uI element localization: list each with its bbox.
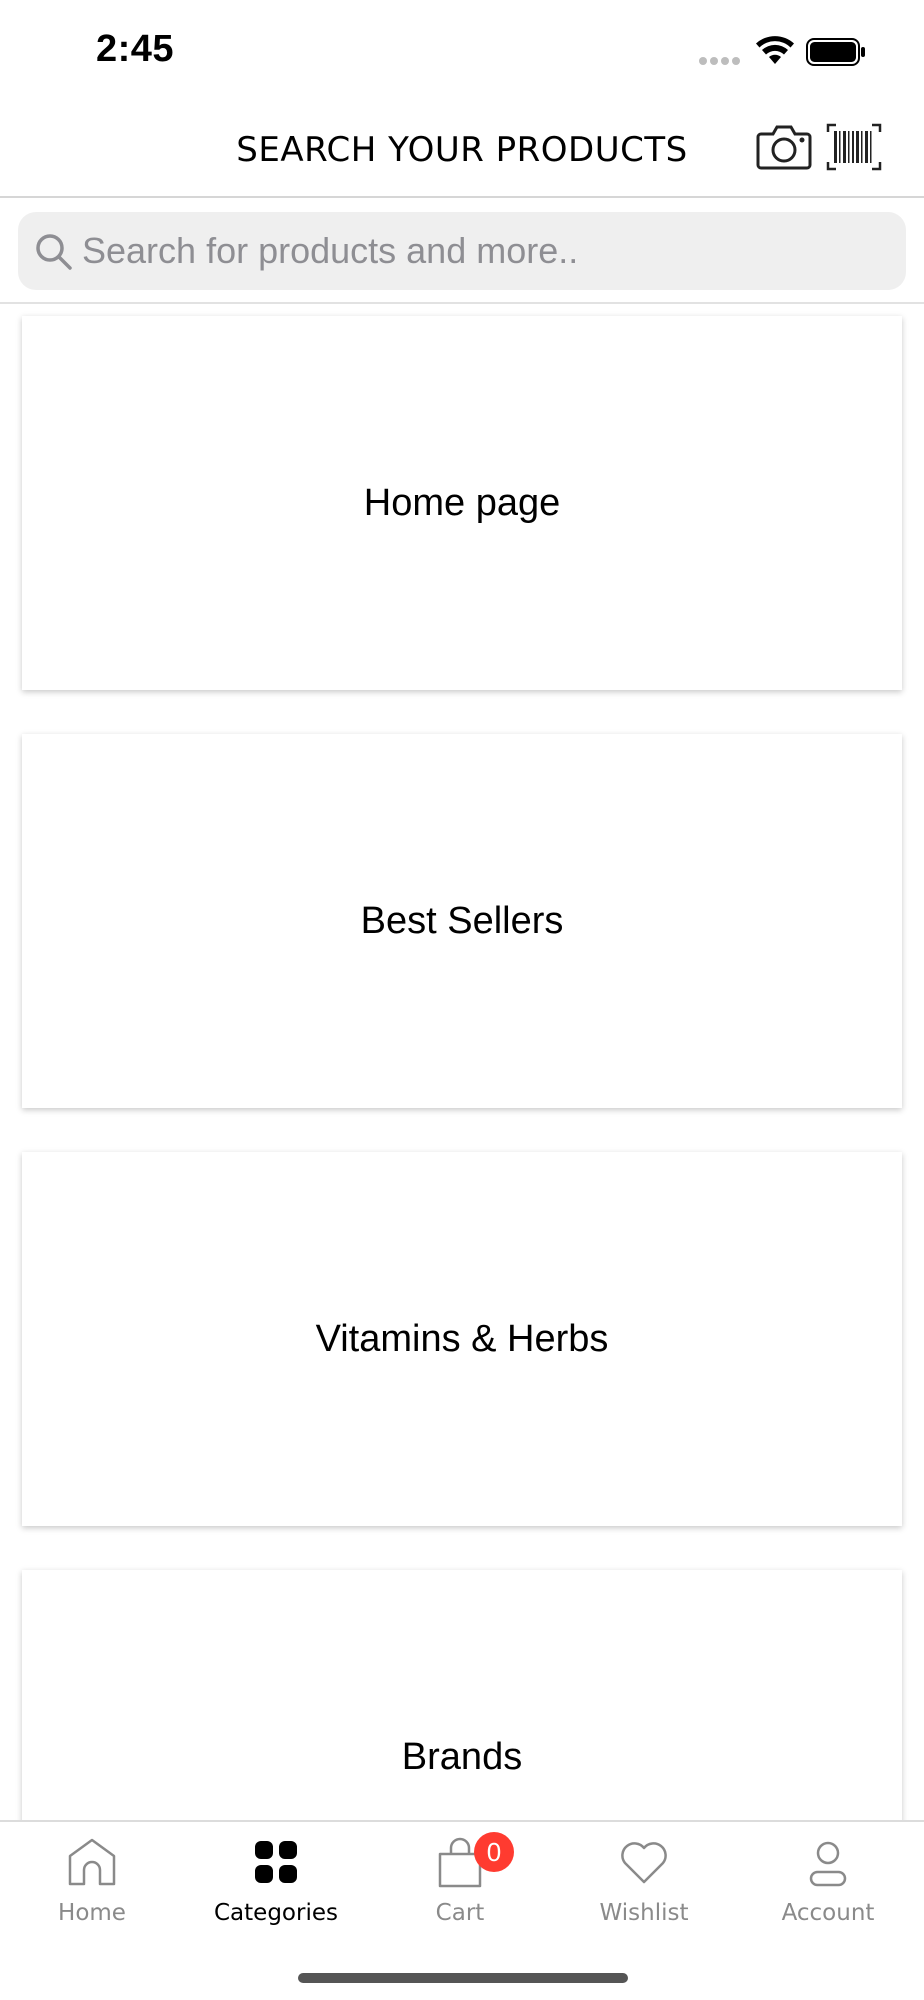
category-card-home-page[interactable]: Home page — [22, 316, 902, 690]
category-card-vitamins-herbs[interactable]: Vitamins & Herbs — [22, 1152, 902, 1526]
tab-home[interactable]: Home — [0, 1822, 184, 1942]
category-label: Vitamins & Herbs — [315, 1317, 609, 1360]
barcode-scan-button[interactable] — [826, 122, 882, 172]
user-icon — [809, 1841, 847, 1887]
tab-label: Cart — [435, 1900, 485, 1926]
home-icon — [68, 1838, 116, 1886]
tab-account[interactable]: Account — [736, 1822, 920, 1942]
status-time: 2:45 — [96, 28, 175, 70]
grid-icon — [255, 1841, 297, 1883]
cellular-signal-icon — [699, 57, 740, 65]
category-card-best-sellers[interactable]: Best Sellers — [22, 734, 902, 1108]
category-label: Best Sellers — [360, 899, 564, 942]
header: SEARCH YOUR PRODUCTS — [0, 100, 924, 198]
home-indicator — [298, 1973, 628, 1983]
tab-label: Account — [781, 1900, 875, 1926]
heart-icon — [621, 1842, 667, 1884]
search-bar[interactable] — [18, 212, 906, 290]
tab-label: Home — [58, 1900, 126, 1926]
tab-label: Categories — [214, 1900, 338, 1926]
category-label: Brands — [401, 1735, 523, 1778]
tab-categories[interactable]: Categories — [184, 1822, 368, 1942]
tab-wishlist[interactable]: Wishlist — [552, 1822, 736, 1942]
camera-search-button[interactable] — [756, 122, 812, 172]
battery-icon — [806, 38, 865, 66]
wifi-icon — [756, 36, 794, 64]
search-area — [0, 200, 924, 304]
tab-cart[interactable]: 0 Cart — [368, 1822, 552, 1942]
tab-label: Wishlist — [599, 1900, 689, 1926]
search-icon — [36, 234, 72, 270]
search-input[interactable] — [82, 212, 882, 290]
category-label: Home page — [363, 481, 561, 524]
status-bar: 2:45 — [0, 0, 924, 100]
cart-count-badge: 0 — [474, 1832, 514, 1872]
